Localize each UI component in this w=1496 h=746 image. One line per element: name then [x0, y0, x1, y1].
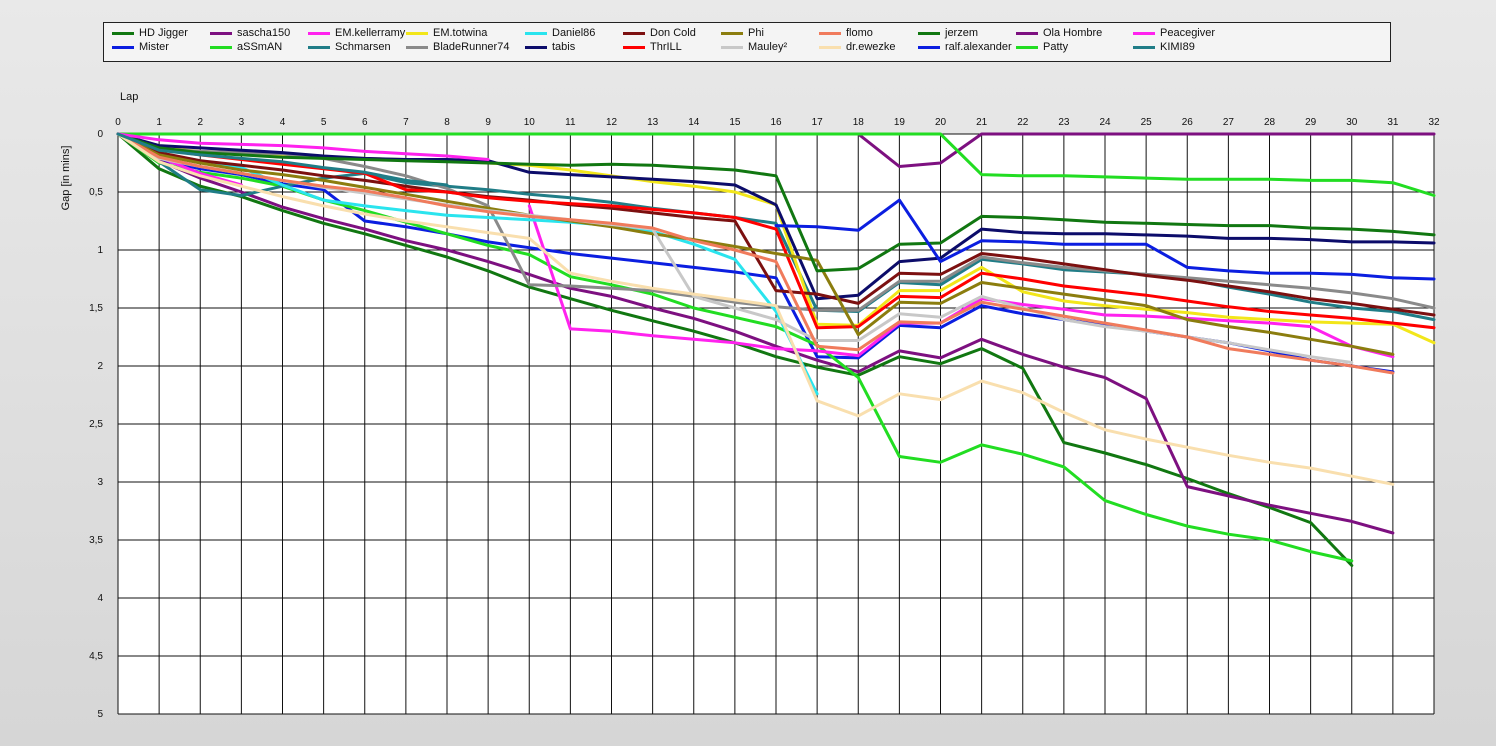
- x-tick-label: 0: [115, 117, 121, 128]
- x-tick-label: 15: [729, 117, 741, 128]
- x-tick-label: 1: [156, 117, 162, 128]
- x-tick-label: 24: [1099, 117, 1111, 128]
- x-tick-label: 26: [1182, 117, 1194, 128]
- x-tick-label: 27: [1223, 117, 1235, 128]
- y-tick-label: 5: [97, 709, 103, 720]
- x-axis-label: Lap: [120, 91, 138, 103]
- x-tick-label: 18: [853, 117, 865, 128]
- x-tick-label: 2: [197, 117, 203, 128]
- x-tick-label: 9: [485, 117, 491, 128]
- x-tick-label: 5: [321, 117, 327, 128]
- x-tick-label: 13: [647, 117, 659, 128]
- x-tick-label: 21: [976, 117, 988, 128]
- x-tick-label: 29: [1305, 117, 1317, 128]
- x-tick-label: 12: [606, 117, 618, 128]
- y-tick-label: 0: [97, 129, 103, 140]
- x-tick-label: 7: [403, 117, 409, 128]
- x-tick-label: 23: [1058, 117, 1070, 128]
- x-tick-label: 22: [1017, 117, 1029, 128]
- y-tick-label: 4,5: [89, 651, 103, 662]
- y-tick-label: 3: [97, 477, 103, 488]
- x-tick-label: 16: [770, 117, 782, 128]
- y-axis-label: Gap [in mins]: [60, 146, 72, 211]
- x-tick-label: 17: [812, 117, 824, 128]
- x-tick-label: 30: [1346, 117, 1358, 128]
- x-tick-label: 4: [280, 117, 286, 128]
- y-tick-label: 0,5: [89, 187, 103, 198]
- x-tick-label: 6: [362, 117, 368, 128]
- x-tick-label: 25: [1141, 117, 1153, 128]
- x-tick-label: 10: [524, 117, 536, 128]
- y-tick-label: 2: [97, 361, 103, 372]
- y-tick-label: 2,5: [89, 419, 103, 430]
- gap-chart: 0 1 2 3 4 5 6 7 8 9 10 11 12 13 14 15 16 17 18 19 20 21 22 23 24…: [60, 91, 1440, 720]
- x-tick-label: 20: [935, 117, 947, 128]
- x-tick-label: 32: [1428, 117, 1440, 128]
- y-tick-label: 1: [97, 245, 103, 256]
- y-tick-label: 3,5: [89, 535, 103, 546]
- x-tick-label: 19: [894, 117, 906, 128]
- x-tick-label: 28: [1264, 117, 1276, 128]
- x-tick-label: 14: [688, 117, 700, 128]
- x-tick-label: 3: [239, 117, 245, 128]
- x-tick-label: 8: [444, 117, 450, 128]
- x-tick-label: 11: [565, 117, 576, 128]
- y-tick-label: 1,5: [89, 303, 103, 314]
- x-tick-label: 31: [1387, 117, 1399, 128]
- y-tick-label: 4: [97, 593, 103, 604]
